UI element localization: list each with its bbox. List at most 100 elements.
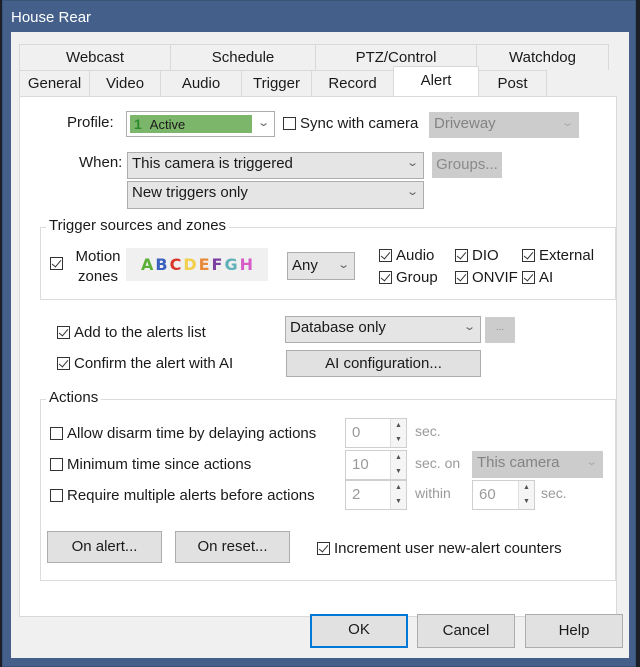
zone-g[interactable]: G: [224, 255, 237, 274]
tab-audio[interactable]: Audio: [160, 70, 242, 96]
checkbox-checked-icon: [455, 249, 468, 262]
multiple-alerts-count-spinner[interactable]: 2 ▲ ▼: [345, 480, 407, 510]
multiple-alerts-window-spinner[interactable]: 60 ▲ ▼: [472, 480, 535, 510]
zone-e[interactable]: E: [199, 255, 210, 274]
spinner-arrows[interactable]: ▲ ▼: [390, 481, 406, 509]
cancel-button[interactable]: Cancel: [417, 614, 515, 648]
disarm-time-spinner[interactable]: 0 ▲ ▼: [345, 418, 407, 448]
tab-video[interactable]: Video: [89, 70, 161, 96]
spinner-arrows[interactable]: ▲ ▼: [518, 481, 534, 509]
on-reset-button[interactable]: On reset...: [175, 531, 290, 563]
disarm-time-value: 0: [352, 424, 361, 441]
multiple-alerts-checkbox[interactable]: Require multiple alerts before actions: [50, 487, 315, 504]
source-dio-checkbox[interactable]: DIO: [455, 247, 499, 264]
source-ai-checkbox[interactable]: AI: [522, 269, 553, 286]
increment-counters-checkbox[interactable]: Increment user new-alert counters: [317, 540, 562, 557]
checkbox-icon: [283, 117, 296, 130]
actions-title: Actions: [46, 389, 102, 406]
minimum-time-value: 10: [352, 456, 369, 473]
profile-number: 1: [134, 116, 142, 132]
motion-zones-checkbox[interactable]: [50, 257, 67, 270]
sync-camera-select[interactable]: Driveway ⌄: [429, 112, 579, 138]
alerts-list-options-button[interactable]: ...: [485, 317, 515, 343]
tab-alert[interactable]: Alert: [393, 66, 479, 96]
disarm-time-label: Allow disarm time by delaying actions: [67, 425, 317, 442]
disarm-time-unit: sec.: [415, 423, 441, 439]
disarm-time-checkbox[interactable]: Allow disarm time by delaying actions: [50, 425, 316, 442]
checkbox-checked-icon: [455, 271, 468, 284]
source-audio-checkbox[interactable]: Audio: [379, 247, 434, 264]
trigger-sources-title: Trigger sources and zones: [46, 217, 230, 234]
checkbox-checked-icon: [379, 271, 392, 284]
checkbox-checked-icon: [522, 249, 535, 262]
dialog-client-area: Webcast Schedule PTZ/Control Watchdog Ge…: [11, 32, 629, 658]
spinner-down-icon[interactable]: ▼: [519, 495, 534, 509]
zone-a[interactable]: A: [141, 255, 153, 274]
multiple-alerts-within-label: within: [415, 485, 451, 501]
checkbox-checked-icon: [317, 542, 330, 555]
camera-settings-dialog: House Rear Webcast Schedule PTZ/Control …: [2, 0, 636, 667]
ok-button[interactable]: OK: [310, 614, 408, 648]
tab-record[interactable]: Record: [311, 70, 394, 96]
motion-zones-picker[interactable]: A B C D E F G H: [126, 248, 268, 281]
spinner-down-icon[interactable]: ▼: [391, 495, 406, 509]
source-dio-label: DIO: [472, 247, 499, 264]
multiple-alerts-count-value: 2: [352, 486, 361, 503]
when-trigger-select[interactable]: This camera is triggered ⌄: [127, 152, 424, 179]
tab-trigger[interactable]: Trigger: [241, 70, 312, 96]
tab-watchdog[interactable]: Watchdog: [476, 44, 609, 70]
minimum-time-spinner[interactable]: 10 ▲ ▼: [345, 450, 407, 480]
when-mode-select[interactable]: New triggers only ⌄: [127, 181, 424, 209]
minimum-time-label: Minimum time since actions: [67, 456, 252, 473]
zone-h[interactable]: H: [240, 255, 253, 274]
minimum-time-scope-select[interactable]: This camera ⌄: [472, 451, 603, 478]
when-mode-value: New triggers only: [132, 184, 248, 201]
alert-tab-page: Profile: 1 Active ⌄ Sync with camera Dri…: [19, 96, 617, 617]
tab-row-1: Webcast Schedule PTZ/Control Watchdog: [19, 44, 609, 70]
profile-color-swatch: 1 Active: [130, 115, 252, 133]
source-onvif-checkbox[interactable]: ONVIF: [455, 269, 518, 286]
spinner-arrows[interactable]: ▲ ▼: [390, 451, 406, 479]
spinner-up-icon[interactable]: ▲: [391, 419, 406, 433]
motion-zones-label: Motion zones: [75, 247, 121, 287]
alerts-list-mode-select[interactable]: Database only ⌄: [285, 316, 481, 343]
spinner-down-icon[interactable]: ▼: [391, 433, 406, 447]
zone-f[interactable]: F: [212, 255, 223, 274]
spinner-up-icon[interactable]: ▲: [391, 451, 406, 465]
spinner-up-icon[interactable]: ▲: [519, 481, 534, 495]
help-button[interactable]: Help: [525, 614, 623, 648]
checkbox-icon: [50, 489, 63, 502]
checkbox-icon: [50, 427, 63, 440]
tab-post[interactable]: Post: [478, 70, 547, 96]
source-group-checkbox[interactable]: Group: [379, 269, 438, 286]
source-external-checkbox[interactable]: External: [522, 247, 594, 264]
groups-button[interactable]: Groups...: [432, 152, 502, 178]
spinner-up-icon[interactable]: ▲: [391, 481, 406, 495]
profile-select[interactable]: 1 Active ⌄: [126, 111, 275, 137]
zone-b[interactable]: B: [155, 255, 167, 274]
chevron-down-icon: ⌄: [584, 456, 598, 468]
multiple-alerts-window-unit: sec.: [541, 485, 567, 501]
profile-label: Profile:: [67, 114, 114, 131]
tab-webcast[interactable]: Webcast: [19, 44, 171, 70]
ai-configuration-button[interactable]: AI configuration...: [286, 350, 481, 377]
minimum-time-scope-value: This camera: [477, 454, 560, 471]
tab-schedule[interactable]: Schedule: [170, 44, 316, 70]
sync-with-camera-checkbox[interactable]: Sync with camera: [283, 115, 418, 132]
chevron-down-icon: ⌄: [256, 117, 270, 129]
on-alert-button[interactable]: On alert...: [47, 531, 162, 563]
tab-row-2: General Video Audio Trigger Record Alert…: [19, 66, 610, 96]
spinner-arrows[interactable]: ▲ ▼: [390, 419, 406, 447]
checkbox-checked-icon: [57, 357, 70, 370]
zone-c[interactable]: C: [170, 255, 182, 274]
minimum-time-checkbox[interactable]: Minimum time since actions: [50, 456, 251, 473]
zone-d[interactable]: D: [183, 255, 196, 274]
checkbox-checked-icon: [50, 257, 63, 270]
zone-mode-select[interactable]: Any ⌄: [287, 252, 355, 280]
add-to-alerts-list-checkbox[interactable]: Add to the alerts list: [57, 324, 206, 341]
source-external-label: External: [539, 247, 595, 264]
spinner-down-icon[interactable]: ▼: [391, 465, 406, 479]
confirm-alert-ai-checkbox[interactable]: Confirm the alert with AI: [57, 355, 233, 372]
when-label: When:: [79, 154, 123, 171]
tab-general[interactable]: General: [19, 70, 90, 96]
